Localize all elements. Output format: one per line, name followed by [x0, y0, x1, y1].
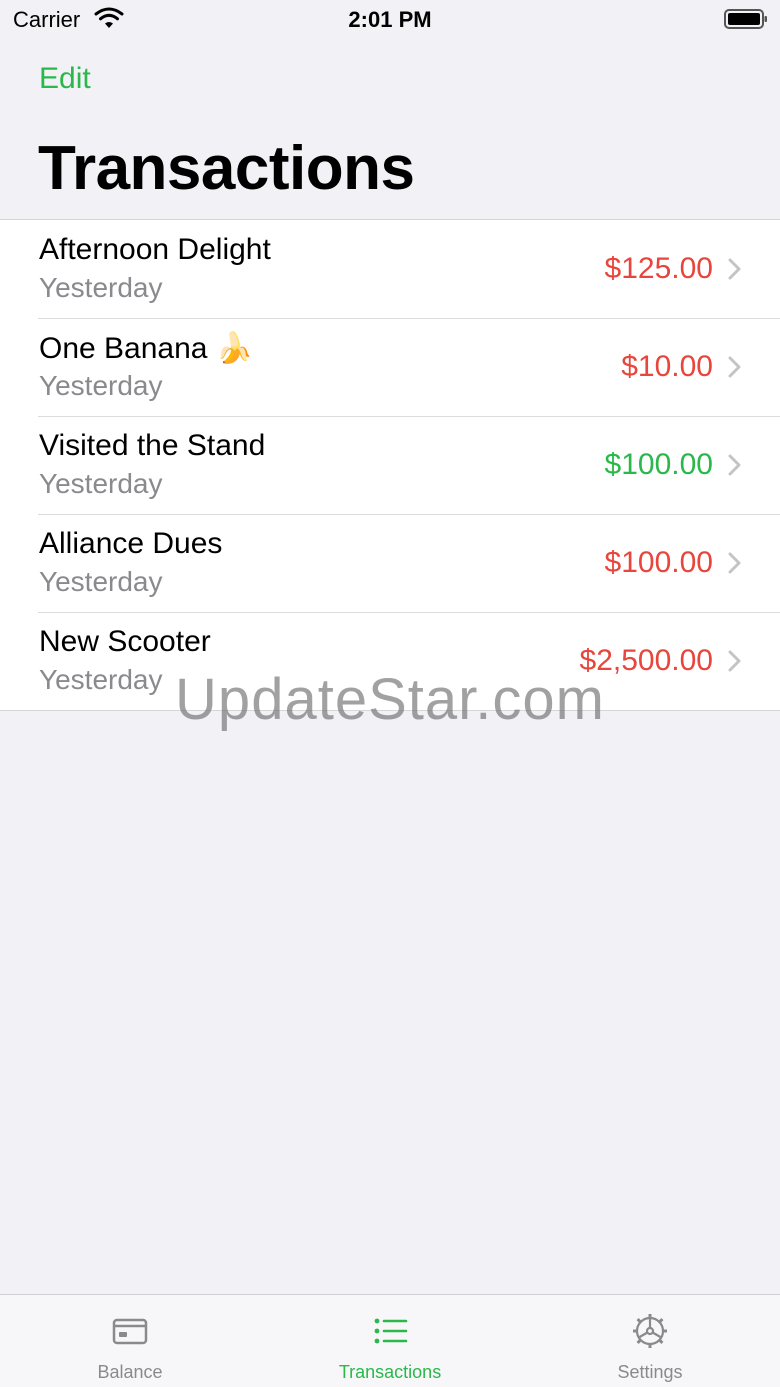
chevron-right-icon [728, 356, 741, 378]
chevron-right-icon [728, 552, 741, 574]
transaction-row[interactable]: One Banana 🍌 Yesterday $10.00 [0, 318, 780, 416]
transaction-row[interactable]: Visited the Stand Yesterday $100.00 [0, 416, 780, 514]
screen: Carrier 2:01 PM Edit Transactions Aftern… [0, 0, 780, 1387]
transaction-date: Yesterday [39, 566, 163, 597]
transaction-title: One Banana 🍌 [39, 332, 254, 365]
chevron-right-icon [728, 258, 741, 280]
transaction-list: Afternoon Delight Yesterday $125.00 One … [0, 219, 780, 711]
tab-label: Transactions [338, 1362, 442, 1382]
transaction-row[interactable]: Afternoon Delight Yesterday $125.00 [0, 220, 780, 318]
list-icon [374, 1318, 408, 1344]
transaction-amount: $10.00 [621, 350, 713, 383]
gear-icon [633, 1314, 667, 1348]
status-bar: Carrier 2:01 PM [0, 0, 780, 40]
transaction-amount: $125.00 [604, 252, 713, 285]
edit-button[interactable]: Edit [39, 62, 91, 96]
tab-label: Settings [617, 1362, 683, 1382]
page-title: Transactions [38, 134, 415, 203]
transaction-date: Yesterday [39, 468, 163, 499]
transaction-title: Visited the Stand [39, 429, 266, 462]
credit-card-icon [112, 1318, 148, 1345]
status-time: 2:01 PM [348, 7, 432, 32]
tab-bar: Balance Transactions Settings [0, 1294, 780, 1387]
transaction-date: Yesterday [39, 370, 163, 401]
battery-icon [724, 9, 767, 29]
transaction-amount: $100.00 [604, 448, 713, 481]
transaction-title: New Scooter [39, 625, 211, 658]
tab-settings[interactable]: Settings [520, 1295, 780, 1387]
tab-transactions[interactable]: Transactions [260, 1295, 520, 1387]
transaction-amount: $100.00 [604, 546, 713, 579]
transaction-row[interactable]: Alliance Dues Yesterday $100.00 [0, 514, 780, 612]
chevron-right-icon [728, 454, 741, 476]
transaction-title: Alliance Dues [39, 527, 223, 560]
transaction-title: Afternoon Delight [39, 233, 271, 266]
watermark: UpdateStar.com [175, 667, 605, 732]
tab-label: Balance [97, 1362, 163, 1382]
transaction-date: Yesterday [39, 272, 163, 303]
tab-balance[interactable]: Balance [0, 1295, 260, 1387]
